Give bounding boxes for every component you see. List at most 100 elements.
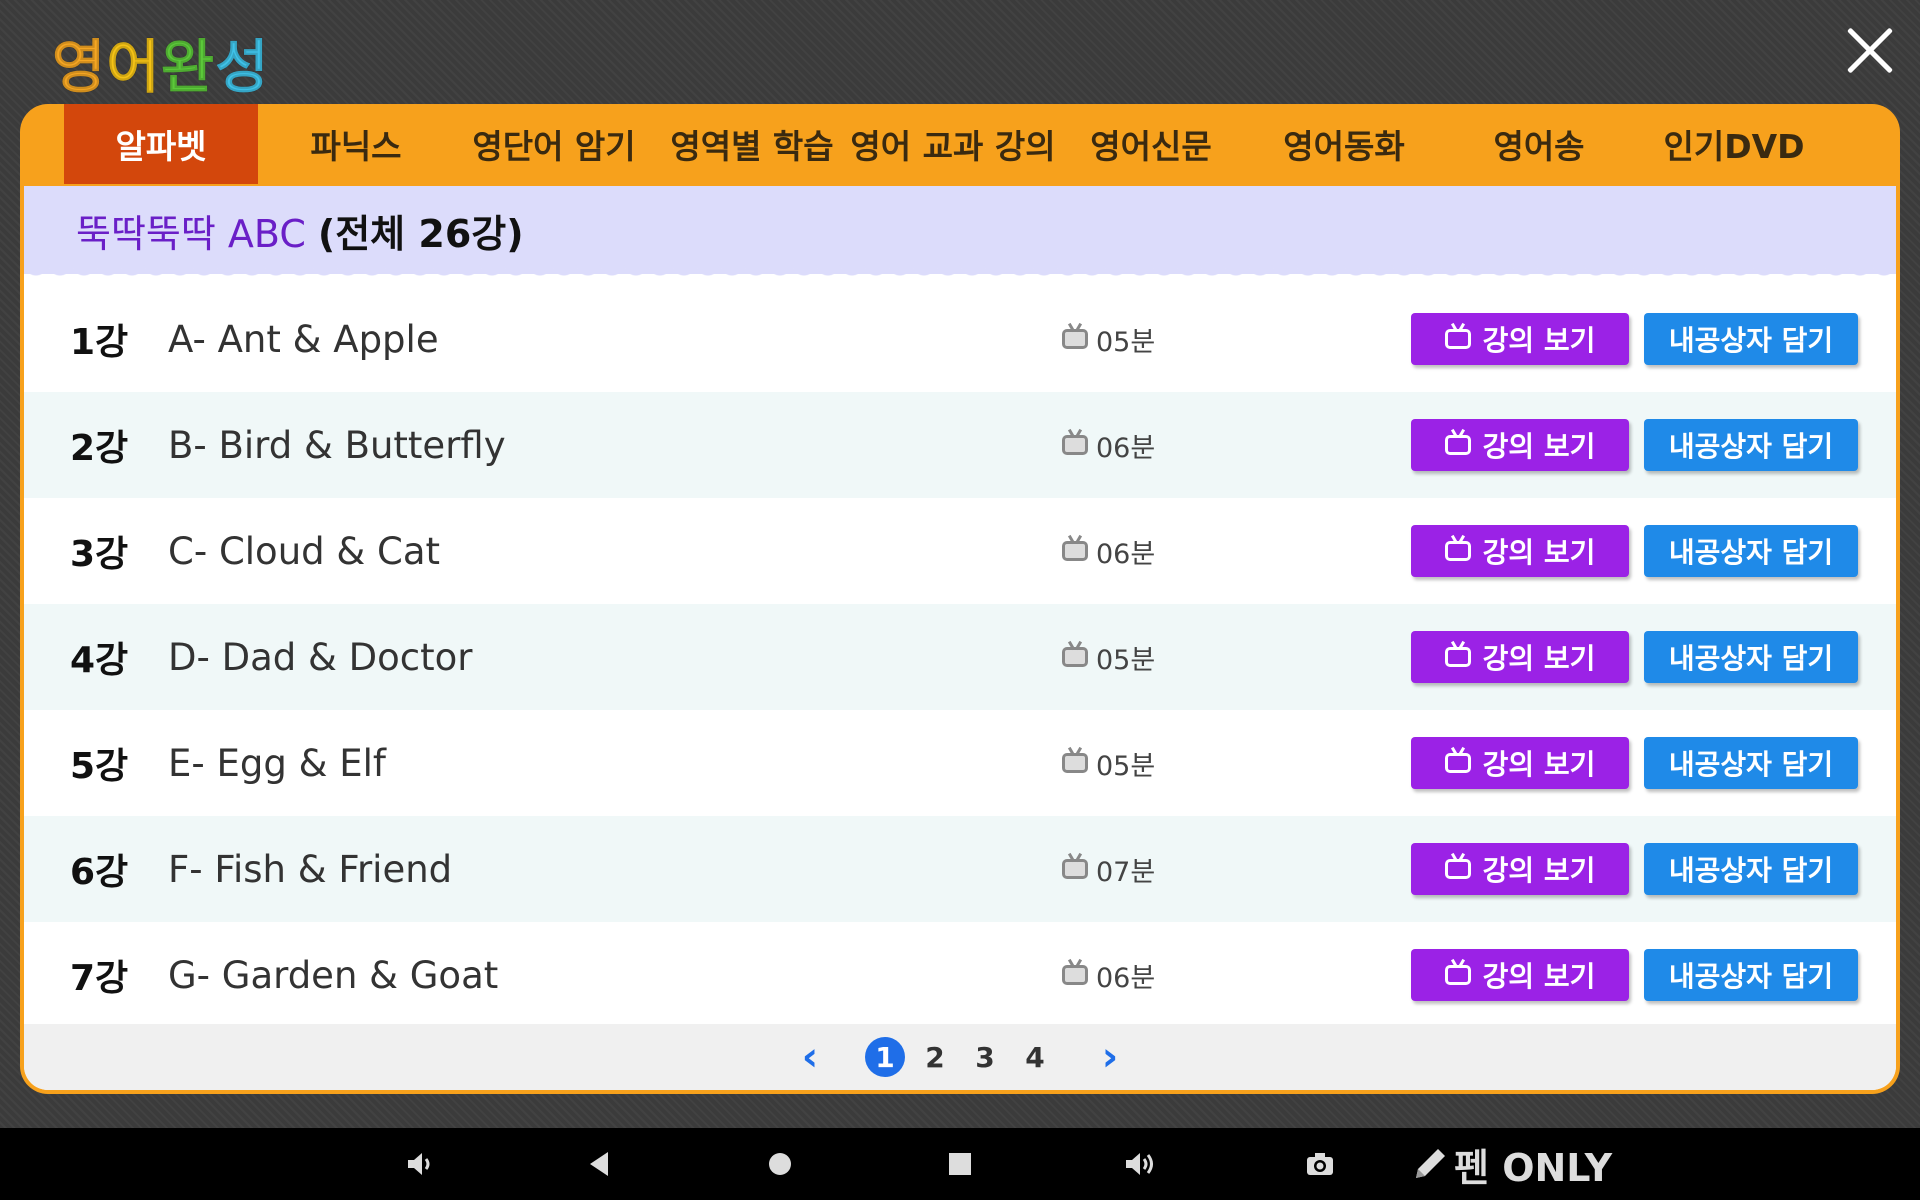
series-header: 뚝딱뚝딱 ABC (전체 26강) <box>24 186 1896 284</box>
tv-icon <box>1444 541 1471 561</box>
system-navbar: 펜 ONLY <box>0 1128 1920 1200</box>
list-item: 5강 E- Egg & Elf 05분 강의 보기 내공상자 담기 <box>24 710 1896 816</box>
lesson-number: 2강 <box>70 428 129 469</box>
logo-char: 성 <box>215 33 270 102</box>
duration-text: 05분 <box>1096 644 1156 676</box>
main-panel: 알파벳 파닉스 영단어 암기 영역별 학습 영어 교과 강의 영어신문 영어동화… <box>20 104 1900 1094</box>
lesson-title: E- Egg & Elf <box>168 741 386 785</box>
lesson-number: 7강 <box>70 958 129 999</box>
lesson-number: 5강 <box>70 746 129 787</box>
lesson-list: 1강 A- Ant & Apple 05분 강의 보기 내공상자 담기 2강 B… <box>24 286 1896 1028</box>
watch-lecture-button[interactable]: 강의 보기 <box>1411 631 1629 683</box>
back-icon[interactable] <box>584 1148 616 1180</box>
volume-down-icon[interactable] <box>404 1148 436 1180</box>
duration-text: 06분 <box>1096 538 1156 570</box>
watch-lecture-button[interactable]: 강의 보기 <box>1411 313 1629 365</box>
list-item: 7강 G- Garden & Goat 06분 강의 보기 내공상자 담기 <box>24 922 1896 1028</box>
tab-alphabet[interactable]: 알파벳 <box>64 104 258 184</box>
logo-char: 완 <box>160 33 216 102</box>
series-title: 뚝딱뚝딱 ABC <box>76 211 306 256</box>
list-item: 6강 F- Fish & Friend 07분 강의 보기 내공상자 담기 <box>24 816 1896 922</box>
series-count: (전체 26강) <box>317 211 524 256</box>
watch-label: 강의 보기 <box>1482 642 1596 675</box>
tab-newspaper[interactable]: 영어신문 <box>1056 104 1246 184</box>
next-page-button[interactable]: › <box>1090 1034 1130 1080</box>
camera-icon[interactable] <box>1304 1148 1336 1180</box>
add-to-box-button[interactable]: 내공상자 담기 <box>1644 843 1858 895</box>
watch-lecture-button[interactable]: 강의 보기 <box>1411 737 1629 789</box>
tab-dvd[interactable]: 인기DVD <box>1636 104 1832 184</box>
category-tabbar: 알파벳 파닉스 영단어 암기 영역별 학습 영어 교과 강의 영어신문 영어동화… <box>24 104 1896 184</box>
tv-icon <box>1444 965 1471 985</box>
lesson-content: 뚝딱뚝딱 ABC (전체 26강) 1강 A- Ant & Apple 05분 … <box>24 186 1896 1090</box>
pen-only-toggle[interactable]: 펜 ONLY <box>1410 1138 1612 1190</box>
tv-icon <box>1444 753 1471 773</box>
lesson-title: A- Ant & Apple <box>168 317 439 361</box>
watch-label: 강의 보기 <box>1482 748 1596 781</box>
add-to-box-button[interactable]: 내공상자 담기 <box>1644 313 1858 365</box>
duration-text: 05분 <box>1096 750 1156 782</box>
tv-icon <box>1062 329 1088 349</box>
list-item: 4강 D- Dad & Doctor 05분 강의 보기 내공상자 담기 <box>24 604 1896 710</box>
list-item: 1강 A- Ant & Apple 05분 강의 보기 내공상자 담기 <box>24 286 1896 392</box>
tv-icon <box>1062 435 1088 455</box>
lesson-title: G- Garden & Goat <box>168 953 499 997</box>
lesson-number: 4강 <box>70 640 129 681</box>
tab-vocabulary[interactable]: 영단어 암기 <box>454 104 654 184</box>
watch-label: 강의 보기 <box>1482 536 1596 569</box>
add-to-box-button[interactable]: 내공상자 담기 <box>1644 525 1858 577</box>
add-to-box-button[interactable]: 내공상자 담기 <box>1644 949 1858 1001</box>
lesson-duration: 05분 <box>1062 638 1155 677</box>
close-icon[interactable] <box>1846 26 1894 74</box>
watch-lecture-button[interactable]: 강의 보기 <box>1411 525 1629 577</box>
add-to-box-button[interactable]: 내공상자 담기 <box>1644 631 1858 683</box>
add-to-box-button[interactable]: 내공상자 담기 <box>1644 419 1858 471</box>
pen-only-label: 펜 ONLY <box>1454 1145 1613 1190</box>
watch-label: 강의 보기 <box>1482 960 1596 993</box>
page-4[interactable]: 4 <box>1010 1041 1060 1074</box>
lesson-title: F- Fish & Friend <box>168 847 453 891</box>
list-item: 2강 B- Bird & Butterfly 06분 강의 보기 내공상자 담기 <box>24 392 1896 498</box>
logo-char: 어 <box>106 33 161 102</box>
lesson-title: C- Cloud & Cat <box>168 529 441 573</box>
home-icon[interactable] <box>764 1148 796 1180</box>
watch-lecture-button[interactable]: 강의 보기 <box>1411 949 1629 1001</box>
recents-icon[interactable] <box>944 1148 976 1180</box>
duration-text: 06분 <box>1096 432 1156 464</box>
lesson-title: B- Bird & Butterfly <box>168 423 506 467</box>
lesson-duration: 06분 <box>1062 426 1155 465</box>
tv-icon <box>1062 965 1088 985</box>
pagination: ‹ 1 2 3 4 › <box>24 1024 1896 1090</box>
app-logo: 영 어 완 성 <box>51 20 270 102</box>
watch-label: 강의 보기 <box>1482 430 1596 463</box>
duration-text: 07분 <box>1096 856 1156 888</box>
duration-text: 05분 <box>1096 326 1156 358</box>
prev-page-button[interactable]: ‹ <box>790 1034 830 1080</box>
page-1[interactable]: 1 <box>865 1037 905 1077</box>
lesson-number: 6강 <box>70 852 129 893</box>
tab-area-study[interactable]: 영역별 학습 <box>654 104 850 184</box>
watch-label: 강의 보기 <box>1482 324 1596 357</box>
tab-phonics[interactable]: 파닉스 <box>258 104 454 184</box>
tv-icon <box>1444 647 1471 667</box>
tab-textbook-lecture[interactable]: 영어 교과 강의 <box>850 104 1056 184</box>
lesson-duration: 07분 <box>1062 850 1155 889</box>
lesson-duration: 05분 <box>1062 744 1155 783</box>
lesson-duration: 06분 <box>1062 532 1155 571</box>
page-3[interactable]: 3 <box>960 1041 1010 1074</box>
lesson-title: D- Dad & Doctor <box>168 635 473 679</box>
watch-lecture-button[interactable]: 강의 보기 <box>1411 419 1629 471</box>
duration-text: 06분 <box>1096 962 1156 994</box>
watch-label: 강의 보기 <box>1482 854 1596 887</box>
pen-icon <box>1416 1149 1445 1178</box>
lesson-number: 3강 <box>70 534 129 575</box>
volume-up-icon[interactable] <box>1124 1148 1156 1180</box>
tv-icon <box>1062 647 1088 667</box>
tv-icon <box>1444 329 1471 349</box>
page-2[interactable]: 2 <box>910 1041 960 1074</box>
add-to-box-button[interactable]: 내공상자 담기 <box>1644 737 1858 789</box>
tab-songs[interactable]: 영어송 <box>1442 104 1636 184</box>
tab-storybook[interactable]: 영어동화 <box>1246 104 1442 184</box>
lesson-duration: 05분 <box>1062 320 1155 359</box>
watch-lecture-button[interactable]: 강의 보기 <box>1411 843 1629 895</box>
